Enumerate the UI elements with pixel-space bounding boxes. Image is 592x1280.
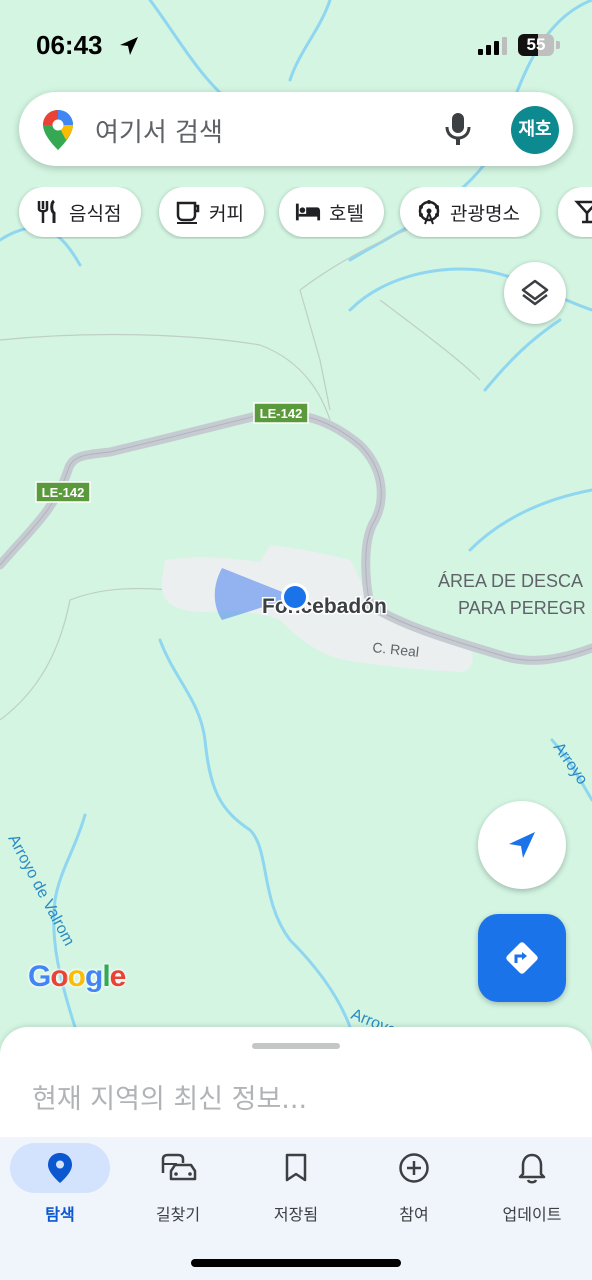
status-time: 06:43 (36, 30, 103, 60)
area-label: PARA PEREGR (458, 598, 586, 618)
chip-hotels[interactable]: 호텔 (279, 187, 384, 237)
search-input[interactable]: 여기서 검색 (95, 112, 223, 149)
road-shield: LE-142 (253, 402, 309, 424)
status-bar: 06:43 55 (0, 0, 592, 90)
chip-restaurants[interactable]: 음식점 (19, 187, 142, 237)
layers-icon (521, 279, 549, 306)
ferris-wheel-icon (416, 199, 442, 225)
google-logo: Google (28, 960, 126, 993)
bottom-sheet[interactable]: 현재 지역의 최신 정보... (0, 1027, 592, 1137)
bed-icon (295, 199, 321, 225)
directions-button[interactable] (478, 914, 566, 1002)
tab-saved[interactable]: 저장됨 (237, 1143, 355, 1233)
cellular-signal-icon (478, 37, 507, 55)
local-news-text[interactable]: 현재 지역의 최신 정보... (32, 1077, 307, 1116)
svg-text:LE-142: LE-142 (42, 485, 85, 500)
tab-explore[interactable]: 탐색 (1, 1143, 119, 1233)
chip-attractions[interactable]: 관광명소 (400, 187, 540, 237)
svg-text:LE-142: LE-142 (260, 406, 303, 421)
location-services-icon (120, 37, 138, 55)
google-maps-pin-icon (43, 110, 73, 150)
add-circle-icon (399, 1153, 429, 1183)
tab-updates[interactable]: 업데이트 (473, 1143, 591, 1233)
my-location-button[interactable] (478, 801, 566, 889)
directions-icon (506, 942, 538, 974)
bell-icon (518, 1153, 546, 1184)
cocktail-icon (574, 199, 592, 225)
tab-commute[interactable]: 길찾기 (119, 1143, 237, 1233)
map-layers-button[interactable] (504, 262, 566, 324)
sheet-drag-handle[interactable] (252, 1043, 340, 1049)
road-shield: LE-142 (35, 481, 91, 503)
bookmark-icon (285, 1153, 307, 1182)
battery-icon: 55 (518, 34, 562, 58)
chip-bars[interactable] (558, 187, 592, 237)
area-label: ÁREA DE DESCA (438, 571, 583, 591)
category-chips: 음식점 커피 호텔 관광명소 (0, 187, 592, 239)
place-name: Foncebadón (262, 595, 387, 618)
search-bar[interactable]: 여기서 검색 재호 (19, 92, 573, 166)
battery-level: 55 (526, 35, 546, 54)
microphone-icon[interactable] (443, 112, 473, 146)
tab-contribute[interactable]: 참여 (355, 1143, 473, 1233)
home-indicator[interactable] (191, 1259, 401, 1267)
fork-knife-icon (35, 199, 61, 225)
chip-coffee[interactable]: 커피 (159, 187, 264, 237)
navigation-arrow-icon (509, 832, 535, 858)
explore-pin-icon (48, 1153, 72, 1183)
coffee-cup-icon (175, 199, 201, 225)
account-avatar[interactable]: 재호 (511, 106, 559, 154)
commute-car-icon (161, 1153, 197, 1181)
